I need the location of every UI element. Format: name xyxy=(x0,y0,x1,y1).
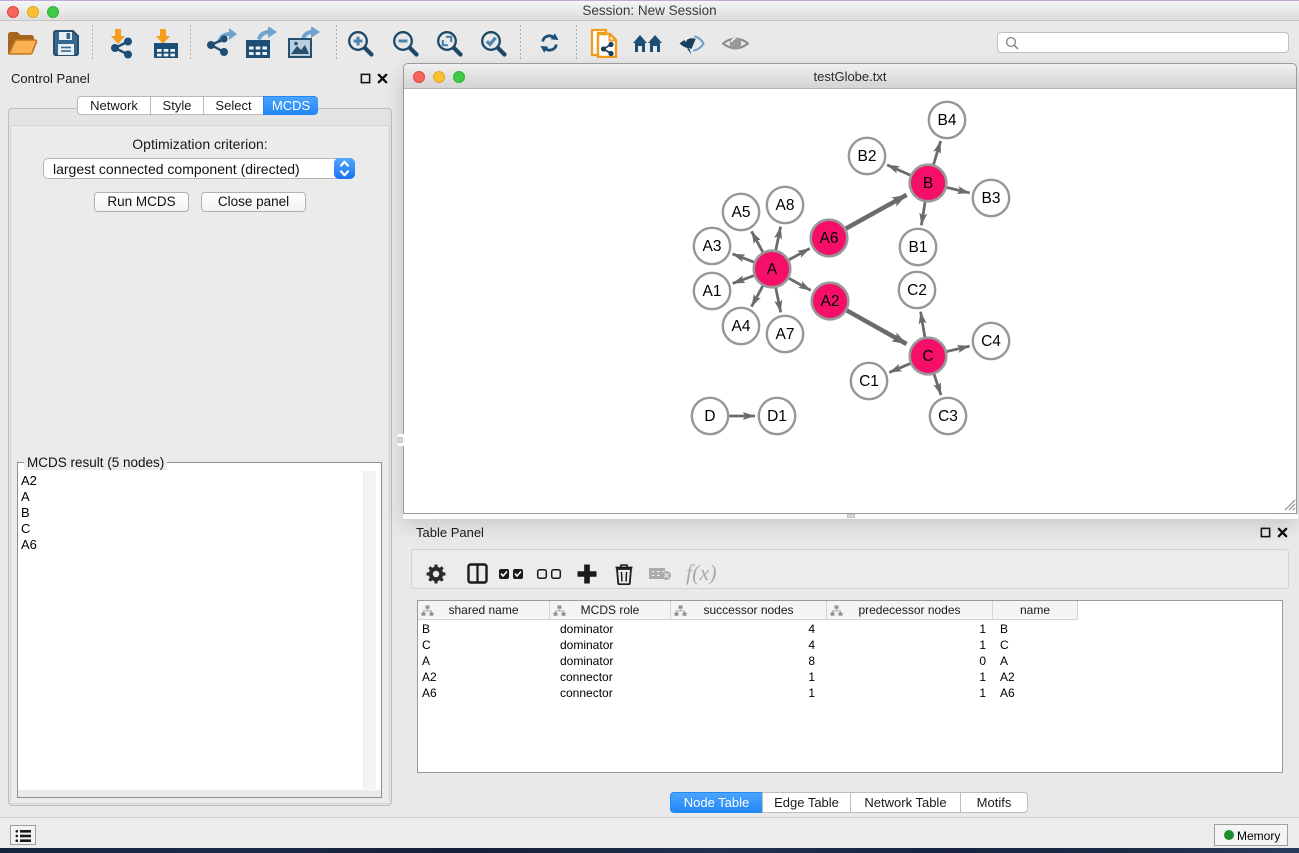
svg-text:A6: A6 xyxy=(820,230,839,247)
svg-text:B4: B4 xyxy=(938,112,957,129)
svg-text:C2: C2 xyxy=(907,282,927,299)
svg-text:A8: A8 xyxy=(776,197,795,214)
svg-text:B2: B2 xyxy=(858,148,877,165)
svg-text:B3: B3 xyxy=(982,190,1001,207)
svg-text:D: D xyxy=(704,408,715,425)
svg-text:D1: D1 xyxy=(767,408,787,425)
svg-text:B1: B1 xyxy=(909,239,928,256)
svg-text:A7: A7 xyxy=(776,326,795,343)
svg-text:C3: C3 xyxy=(938,408,958,425)
svg-text:C1: C1 xyxy=(859,373,879,390)
svg-text:B: B xyxy=(923,175,933,192)
svg-text:A1: A1 xyxy=(703,283,722,300)
svg-text:A2: A2 xyxy=(821,293,840,310)
svg-text:C4: C4 xyxy=(981,333,1001,350)
svg-text:C: C xyxy=(922,348,933,365)
svg-text:A3: A3 xyxy=(703,238,722,255)
svg-text:A: A xyxy=(767,261,778,278)
svg-text:A5: A5 xyxy=(732,204,751,221)
svg-text:A4: A4 xyxy=(732,318,751,335)
